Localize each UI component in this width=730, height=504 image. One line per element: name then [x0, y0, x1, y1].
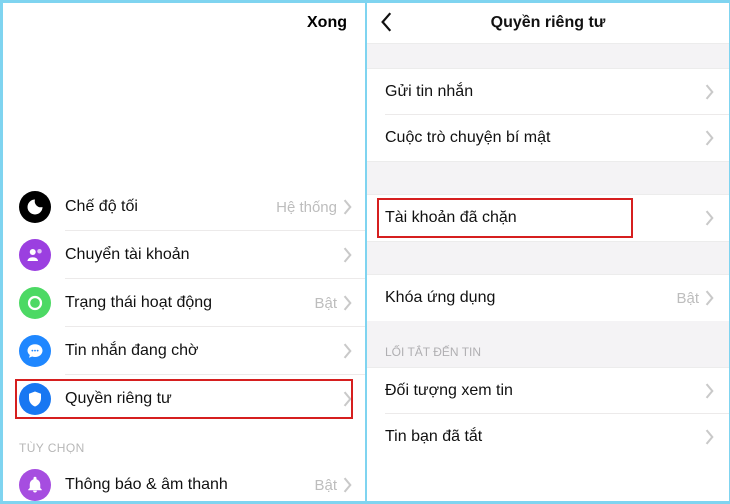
row-label: Tài khoản đã chặn: [385, 209, 705, 227]
row-label: Thông báo & âm thanh: [65, 476, 314, 494]
section-header-story-shortcuts: LỐI TẮT ĐẾN TIN: [367, 321, 729, 368]
row-notifications[interactable]: Thông báo & âm thanh Bật: [3, 461, 365, 501]
row-label: Tin bạn đã tắt: [385, 428, 705, 446]
page-title: Quyền riêng tư: [491, 14, 606, 32]
row-active-status[interactable]: Trạng thái hoạt động Bật: [3, 279, 365, 327]
chevron-right-icon: [705, 429, 715, 445]
row-label: Chuyển tài khoản: [65, 246, 343, 264]
row-label: Tin nhắn đang chờ: [65, 342, 343, 360]
chevron-right-icon: [705, 130, 715, 146]
row-message-requests[interactable]: Tin nhắn đang chờ: [3, 327, 365, 375]
row-app-lock[interactable]: Khóa ứng dụng Bật: [367, 275, 729, 321]
chevron-right-icon: [343, 391, 353, 407]
chevron-right-icon: [705, 84, 715, 100]
row-privacy[interactable]: Quyền riêng tư: [3, 375, 365, 423]
row-send-message[interactable]: Gửi tin nhắn: [367, 69, 729, 115]
row-label: Quyền riêng tư: [65, 390, 343, 408]
chevron-right-icon: [343, 477, 353, 493]
row-story-audience[interactable]: Đối tượng xem tin: [367, 368, 729, 414]
settings-panel: Xong Chế độ tối Hệ thống Chuyển tài khoả…: [3, 3, 365, 501]
row-value: Bật: [676, 290, 699, 307]
chevron-right-icon: [343, 247, 353, 263]
privacy-panel: Quyền riêng tư Gửi tin nhắn Cuộc trò chu…: [367, 3, 729, 501]
chevron-right-icon: [705, 290, 715, 306]
row-value: Hệ thống: [276, 199, 337, 216]
chevron-right-icon: [705, 210, 715, 226]
row-label: Trạng thái hoạt động: [65, 294, 314, 312]
bell-icon: [19, 469, 51, 501]
row-label: Cuộc trò chuyện bí mật: [385, 129, 705, 147]
switch-account-icon: [19, 239, 51, 271]
done-button[interactable]: Xong: [307, 14, 347, 32]
chevron-right-icon: [343, 199, 353, 215]
chevron-right-icon: [343, 343, 353, 359]
row-switch-account[interactable]: Chuyển tài khoản: [3, 231, 365, 279]
row-blocked-accounts[interactable]: Tài khoản đã chặn: [367, 195, 729, 241]
row-secret-conversation[interactable]: Cuộc trò chuyện bí mật: [367, 115, 729, 161]
message-icon: [19, 335, 51, 367]
chevron-right-icon: [705, 383, 715, 399]
row-dark-mode[interactable]: Chế độ tối Hệ thống: [3, 183, 365, 231]
row-label: Gửi tin nhắn: [385, 83, 705, 101]
section-header-options: TÙY CHỌN: [3, 423, 365, 461]
row-value: Bật: [314, 295, 337, 312]
row-label: Đối tượng xem tin: [385, 382, 705, 400]
row-value: Bật: [314, 477, 337, 494]
chevron-right-icon: [343, 295, 353, 311]
row-label: Chế độ tối: [65, 198, 276, 216]
row-label: Khóa ứng dụng: [385, 289, 676, 307]
back-button[interactable]: [379, 11, 395, 33]
left-header: Xong: [3, 3, 365, 43]
shield-icon: [19, 383, 51, 415]
moon-icon: [19, 191, 51, 223]
row-muted-stories[interactable]: Tin bạn đã tắt: [367, 414, 729, 460]
active-status-icon: [19, 287, 51, 319]
right-header: Quyền riêng tư: [367, 3, 729, 43]
